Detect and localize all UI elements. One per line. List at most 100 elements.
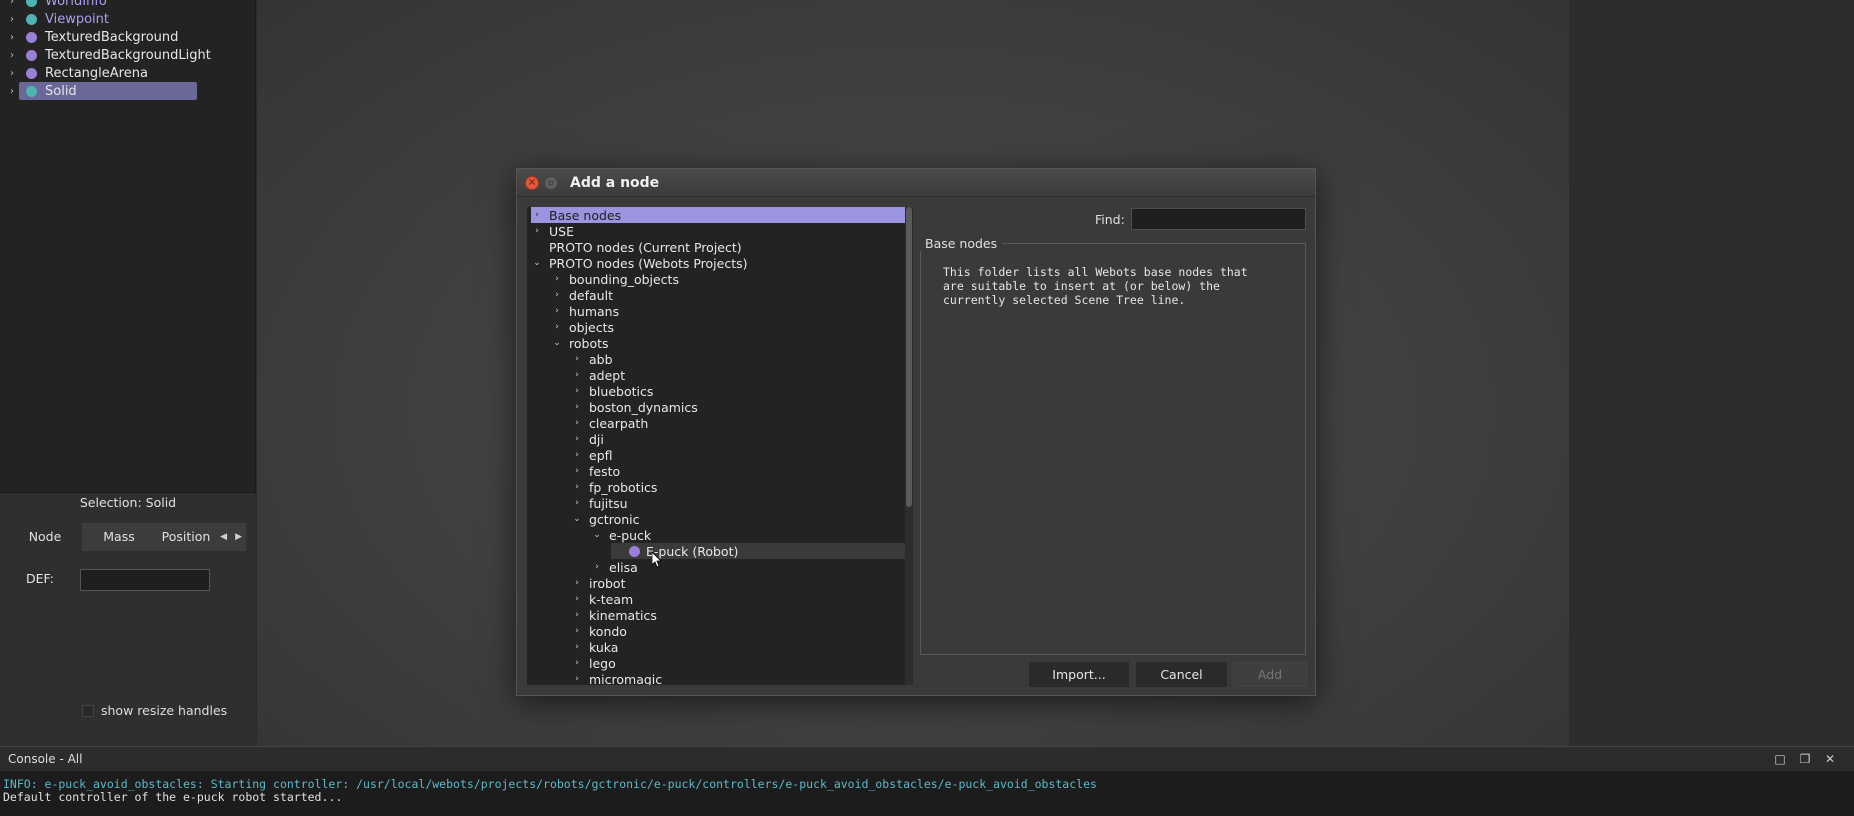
node-tree-item[interactable]: › abb — [571, 351, 905, 367]
expand-arrow-icon[interactable]: › — [571, 658, 583, 668]
expand-arrow-icon[interactable]: › — [551, 274, 563, 284]
node-tree-item[interactable]: › Base nodes — [531, 207, 905, 223]
expand-arrow-icon[interactable]: › — [6, 50, 18, 61]
node-tree-item[interactable]: › boston_dynamics — [571, 399, 905, 415]
node-tree-item[interactable]: › bluebotics — [571, 383, 905, 399]
node-tree-item[interactable]: › elisa — [591, 559, 905, 575]
mouse-cursor-icon — [652, 552, 662, 568]
expand-arrow-icon[interactable]: › — [571, 498, 583, 508]
tab-position[interactable]: Position — [156, 523, 216, 551]
node-tree-item[interactable]: › kuka — [571, 639, 905, 655]
expand-arrow-icon[interactable]: › — [571, 386, 583, 396]
scene-tree-item[interactable]: › TexturedBackgroundLight — [0, 46, 256, 64]
expand-arrow-icon[interactable]: › — [6, 0, 18, 7]
console-line: INFO: e-puck_avoid_obstacles: Starting c… — [3, 777, 1097, 791]
scene-tree-item[interactable]: › RectangleArena — [0, 64, 256, 82]
collapse-arrow-icon[interactable]: ⌄ — [591, 530, 603, 540]
resize-handles-checkbox[interactable] — [82, 705, 94, 717]
tab-node[interactable]: Node — [8, 523, 82, 551]
cancel-button[interactable]: Cancel — [1136, 662, 1227, 687]
expand-arrow-icon[interactable]: › — [571, 402, 583, 412]
expand-arrow-icon[interactable]: › — [571, 610, 583, 620]
scrollbar-thumb[interactable] — [906, 207, 912, 507]
expand-arrow-icon[interactable]: › — [591, 562, 603, 572]
expand-arrow-icon[interactable]: › — [531, 226, 543, 236]
console-panel: Console - All □ ❐ ✕ INFO: e-puck_avoid_o… — [0, 746, 1854, 816]
node-tree-item[interactable]: › clearpath — [571, 415, 905, 431]
expand-arrow-icon[interactable]: › — [6, 86, 18, 97]
node-tree-item[interactable]: › lego — [571, 655, 905, 671]
collapse-arrow-icon[interactable]: ⌄ — [551, 338, 563, 348]
node-tree-item[interactable]: ⌄ e-puck — [591, 527, 905, 543]
scene-tree-item[interactable]: › WorldInfo — [0, 0, 256, 10]
node-tree-item[interactable]: ⌄ PROTO nodes (Webots Projects) — [531, 255, 905, 271]
node-tree-item[interactable]: › dji — [571, 431, 905, 447]
expand-arrow-icon[interactable]: › — [571, 594, 583, 604]
node-tree-item[interactable]: › kondo — [571, 623, 905, 639]
expand-arrow-icon[interactable]: › — [551, 306, 563, 316]
close-icon[interactable]: × — [525, 176, 539, 190]
node-tree-item[interactable]: › k-team — [571, 591, 905, 607]
node-tree-item-label: abb — [589, 351, 613, 367]
tab-mass[interactable]: Mass — [82, 523, 156, 551]
node-tree-item[interactable]: › fp_robotics — [571, 479, 905, 495]
node-tree-item[interactable]: ⌄ robots — [551, 335, 905, 351]
expand-arrow-icon[interactable]: › — [571, 578, 583, 588]
find-input[interactable] — [1131, 208, 1306, 230]
def-input[interactable] — [80, 569, 210, 591]
maximize-icon[interactable]: ▫ — [544, 176, 558, 190]
node-tree-item[interactable]: › USE — [531, 223, 905, 239]
expand-arrow-icon[interactable]: › — [571, 466, 583, 476]
scene-tree-item[interactable]: › Solid — [0, 82, 256, 100]
scene-tree[interactable]: › WorldInfo › Viewpoint › TexturedBackground ›… — [0, 0, 256, 492]
node-tree-item[interactable]: › objects — [551, 319, 905, 335]
collapse-arrow-icon[interactable]: ⌄ — [571, 514, 583, 524]
expand-arrow-icon[interactable]: › — [6, 68, 18, 79]
tab-scroll-left-icon[interactable]: ◀ — [220, 532, 227, 542]
import-button[interactable]: Import... — [1029, 662, 1129, 687]
node-tree-item[interactable]: › festo — [571, 463, 905, 479]
expand-arrow-icon[interactable]: › — [6, 32, 18, 43]
collapse-arrow-icon[interactable]: ⌄ — [531, 258, 543, 268]
expand-arrow-icon[interactable]: › — [531, 210, 543, 220]
expand-arrow-icon[interactable]: › — [571, 642, 583, 652]
expand-arrow-icon[interactable]: › — [551, 290, 563, 300]
node-tree-item[interactable]: PROTO nodes (Current Project) — [531, 239, 905, 255]
node-tree-item[interactable]: › micromagic — [571, 671, 905, 686]
console-float-icon[interactable]: ❐ — [1797, 751, 1813, 767]
node-tree-item[interactable]: › default — [551, 287, 905, 303]
expand-arrow-icon[interactable]: › — [571, 674, 583, 684]
expand-arrow-icon[interactable]: › — [6, 14, 18, 25]
node-tree[interactable]: › Base nodes › USE PROTO nodes (Current Proj… — [527, 207, 913, 685]
node-tree-item[interactable]: ⌄ gctronic — [571, 511, 905, 527]
expand-arrow-icon[interactable]: › — [571, 482, 583, 492]
expand-arrow-icon[interactable]: › — [571, 354, 583, 364]
node-tree-item[interactable]: › humans — [551, 303, 905, 319]
node-tree-item-label: PROTO nodes (Current Project) — [549, 239, 742, 255]
node-tree-scrollbar[interactable] — [905, 207, 913, 685]
node-tree-item[interactable]: › irobot — [571, 575, 905, 591]
expand-arrow-icon[interactable]: › — [571, 434, 583, 444]
add-button[interactable]: Add — [1233, 662, 1307, 687]
node-tree-item[interactable]: › bounding_objects — [551, 271, 905, 287]
node-tree-item-label: irobot — [589, 575, 626, 591]
node-tree-item-label: fujitsu — [589, 495, 628, 511]
expand-arrow-icon[interactable]: › — [571, 450, 583, 460]
expand-arrow-icon[interactable]: › — [571, 626, 583, 636]
expand-arrow-icon[interactable]: › — [571, 418, 583, 428]
node-tree-item-label: robots — [569, 335, 609, 351]
scene-tree-item[interactable]: › Viewpoint — [0, 10, 256, 28]
node-tree-item[interactable]: › fujitsu — [571, 495, 905, 511]
console-close-icon[interactable]: ✕ — [1822, 751, 1838, 767]
scene-tree-item-label: Viewpoint — [45, 11, 110, 27]
scene-tree-item[interactable]: › TexturedBackground — [0, 28, 256, 46]
console-maximize-icon[interactable]: □ — [1772, 751, 1788, 767]
tab-scroll-right-icon[interactable]: ▶ — [235, 532, 242, 542]
expand-arrow-icon[interactable]: › — [551, 322, 563, 332]
node-tree-item[interactable]: › adept — [571, 367, 905, 383]
expand-arrow-icon[interactable]: › — [571, 370, 583, 380]
dialog-titlebar[interactable]: × ▫ Add a node — [517, 169, 1315, 197]
node-tree-item[interactable]: › epfl — [571, 447, 905, 463]
node-tree-item[interactable]: › kinematics — [571, 607, 905, 623]
node-tree-item-label: festo — [589, 463, 621, 479]
